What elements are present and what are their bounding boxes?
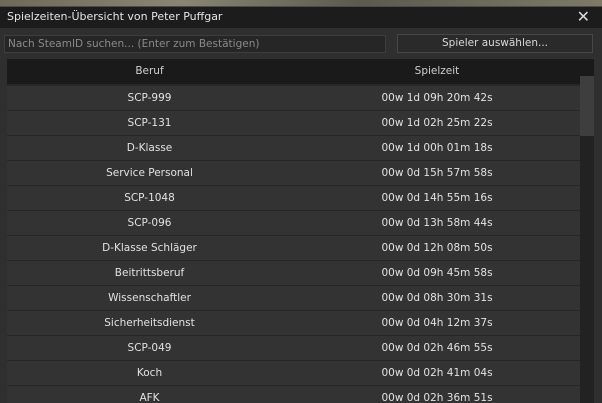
table-row[interactable]: SCP-096 00w 0d 13h 58m 44s: [7, 211, 580, 235]
window-titlebar[interactable]: Spielzeiten-Übersicht von Peter Puffgar …: [0, 6, 602, 28]
cell-spielzeit: 00w 0d 09h 45m 58s: [381, 267, 493, 279]
cell-beruf: SCP-131: [127, 117, 172, 129]
cell-spielzeit: 00w 1d 00h 01m 18s: [381, 142, 493, 154]
table-row[interactable]: Sicherheitsdienst 00w 0d 04h 12m 37s: [7, 311, 580, 335]
cell-beruf: Sicherheitsdienst: [104, 317, 195, 329]
cell-spielzeit: 00w 0d 02h 36m 51s: [381, 392, 493, 403]
cell-spielzeit: 00w 0d 02h 46m 55s: [381, 342, 493, 354]
table-row[interactable]: Beitrittsberuf 00w 0d 09h 45m 58s: [7, 261, 580, 285]
cell-spielzeit: 00w 1d 02h 25m 22s: [381, 117, 493, 129]
cell-beruf: AFK: [139, 392, 160, 403]
cell-spielzeit: 00w 0d 02h 41m 04s: [381, 367, 493, 379]
scrollbar-thumb[interactable]: [580, 76, 594, 136]
playtime-table: Beruf Spielzeit SCP-999 00w 1d 09h 20m 42…: [7, 59, 594, 403]
cell-beruf: SCP-999: [127, 92, 172, 104]
cell-beruf: Wissenschaftler: [108, 292, 191, 304]
table-row[interactable]: Wissenschaftler 00w 0d 08h 30m 31s: [7, 286, 580, 310]
cell-beruf: D-Klasse: [126, 142, 173, 154]
cell-spielzeit: 00w 1d 09h 20m 42s: [381, 92, 493, 104]
cell-beruf: Beitrittsberuf: [114, 267, 185, 279]
table-row[interactable]: SCP-1048 00w 0d 14h 55m 16s: [7, 186, 580, 210]
steamid-search-input[interactable]: [4, 35, 386, 53]
table-row[interactable]: SCP-049 00w 0d 02h 46m 55s: [7, 336, 580, 360]
window-title: Spielzeiten-Übersicht von Peter Puffgar: [7, 10, 223, 23]
table-row[interactable]: SCP-131 00w 1d 02h 25m 22s: [7, 111, 580, 135]
playtime-overview-window: Spielzeiten-Übersicht von Peter Puffgar …: [0, 6, 602, 403]
cell-spielzeit: 00w 0d 08h 30m 31s: [381, 292, 493, 304]
table-header: Beruf Spielzeit: [7, 59, 594, 84]
cell-spielzeit: 00w 0d 14h 55m 16s: [381, 192, 493, 204]
table-row[interactable]: D-Klasse Schläger 00w 0d 12h 08m 50s: [7, 236, 580, 260]
table-scrollbar[interactable]: [580, 76, 594, 403]
table-row[interactable]: Koch 00w 0d 02h 41m 04s: [7, 361, 580, 385]
select-player-button[interactable]: Spieler auswählen...: [397, 34, 593, 53]
cell-spielzeit: 00w 0d 04h 12m 37s: [381, 317, 493, 329]
column-header-spielzeit[interactable]: Spielzeit: [292, 59, 582, 84]
table-row[interactable]: D-Klasse 00w 1d 00h 01m 18s: [7, 136, 580, 160]
table-row[interactable]: SCP-999 00w 1d 09h 20m 42s: [7, 86, 580, 110]
cell-beruf: Koch: [136, 367, 163, 379]
table-row[interactable]: Service Personal 00w 0d 15h 57m 58s: [7, 161, 580, 185]
column-header-beruf[interactable]: Beruf: [7, 59, 292, 84]
cell-beruf: Service Personal: [106, 167, 193, 179]
cell-beruf: SCP-049: [127, 342, 172, 354]
cell-beruf: SCP-096: [127, 217, 172, 229]
cell-spielzeit: 00w 0d 15h 57m 58s: [381, 167, 493, 179]
cell-spielzeit: 00w 0d 13h 58m 44s: [381, 217, 493, 229]
cell-spielzeit: 00w 0d 12h 08m 50s: [381, 242, 493, 254]
close-icon[interactable]: ✕: [577, 7, 590, 27]
table-body: SCP-999 00w 1d 09h 20m 42s SCP-131 00w 1d 0…: [7, 86, 580, 403]
table-row[interactable]: AFK 00w 0d 02h 36m 51s: [7, 386, 580, 403]
cell-beruf: D-Klasse Schläger: [102, 242, 197, 254]
cell-beruf: SCP-1048: [124, 192, 175, 204]
